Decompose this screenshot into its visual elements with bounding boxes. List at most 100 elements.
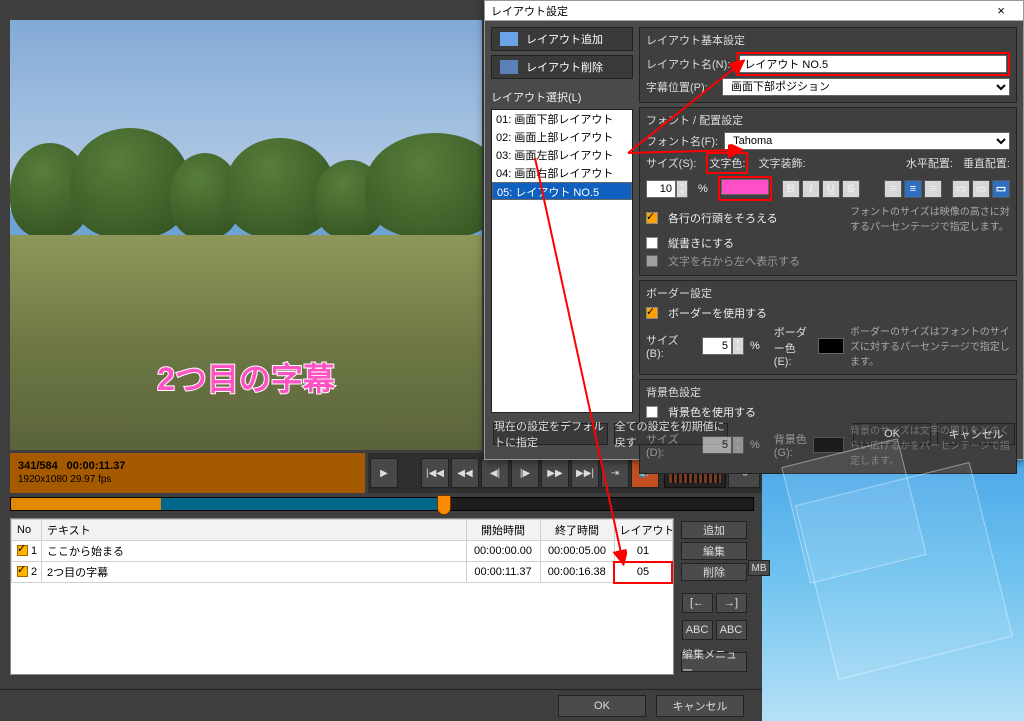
- font-style-toggles: B I U S: [782, 180, 860, 198]
- align-right-icon[interactable]: ≡: [924, 180, 942, 198]
- strike-toggle[interactable]: S: [842, 180, 860, 198]
- play-button[interactable]: ▶: [370, 458, 398, 488]
- valign-top-icon[interactable]: ▭: [952, 180, 970, 198]
- row-check-icon[interactable]: [17, 566, 28, 577]
- border-hint: ボーダーのサイズはフォントのサイズに対するパーセンテージで指定します。: [850, 323, 1010, 368]
- font-deco-label: 文字装飾:: [758, 155, 805, 171]
- subtitle-table[interactable]: No テキスト 開始時間 終了時間 レイアウト番号 1 ここから始まる 00:0…: [10, 518, 674, 675]
- table-row[interactable]: 1 ここから始まる 00:00:00.00 00:00:05.00 01: [12, 541, 673, 562]
- section-bg-header: 背景色設定: [646, 384, 1010, 400]
- timeline-segment-a: [11, 498, 161, 510]
- step-fwd-button[interactable]: |▶: [511, 458, 539, 488]
- desktop-background-accent: [764, 461, 1024, 721]
- dialog-title: レイアウト設定: [491, 3, 568, 19]
- section-basic: レイアウト基本設定 レイアウト名(N): 字幕位置(P): 画面下部ポジション: [639, 27, 1017, 103]
- dialog-titlebar[interactable]: レイアウト設定 ×: [485, 1, 1023, 21]
- layout-list-item[interactable]: 03: 画面左部レイアウト: [492, 146, 632, 164]
- valign-label: 垂直配置:: [963, 155, 1010, 171]
- use-bg-check[interactable]: [646, 406, 658, 418]
- font-color-well[interactable]: [721, 179, 769, 195]
- align-left-icon[interactable]: ≡: [884, 180, 902, 198]
- layout-delete-icon: [500, 60, 518, 74]
- video-meta: 1920x1080 29.97 fps: [18, 474, 357, 485]
- layout-list-item[interactable]: 02: 画面上部レイアウト: [492, 128, 632, 146]
- border-color-well[interactable]: [818, 338, 844, 354]
- layout-delete-button[interactable]: レイアウト削除: [491, 55, 633, 79]
- add-button[interactable]: 追加: [681, 521, 747, 539]
- bg-color-label: 背景色(G):: [774, 431, 807, 459]
- layout-add-icon: [500, 32, 518, 46]
- section-bg: 背景色設定 背景色を使用する サイズ(D): ▲▼% 背景色(G): 背景のサイ…: [639, 379, 1017, 474]
- font-size-spinner[interactable]: ▲▼: [646, 180, 688, 198]
- font-name-select[interactable]: Tahoma: [724, 132, 1010, 150]
- fast-fwd-button[interactable]: ▶▶: [541, 458, 569, 488]
- font-name-label: フォント名(F):: [646, 133, 718, 149]
- cancel-button[interactable]: キャンセル: [656, 695, 744, 717]
- subtitle-position-select[interactable]: 画面下部ポジション: [722, 78, 1010, 96]
- layout-list-item-selected[interactable]: 05: レイアウト NO.5: [492, 182, 632, 200]
- ok-button[interactable]: OK: [558, 695, 646, 717]
- jump-in-button[interactable]: [←: [682, 593, 713, 613]
- layout-number-cell-highlight[interactable]: 05: [614, 562, 672, 583]
- font-color-label: 文字色:: [709, 158, 745, 170]
- layout-list[interactable]: 01: 画面下部レイアウト 02: 画面上部レイアウト 03: 画面左部レイアウ…: [491, 109, 633, 413]
- table-row[interactable]: 2 2つ目の字幕 00:00:11.37 00:00:16.38 05: [12, 562, 673, 583]
- layout-list-item[interactable]: 04: 画面右部レイアウト: [492, 164, 632, 182]
- col-text[interactable]: テキスト: [42, 520, 467, 541]
- italic-toggle[interactable]: I: [802, 180, 820, 198]
- rewind-button[interactable]: ◀◀: [451, 458, 479, 488]
- edit-menu-button[interactable]: 編集メニュー: [681, 652, 747, 672]
- valign-toggles: ▭ ▭ ▭: [952, 180, 1010, 198]
- valign-bottom-icon[interactable]: ▭: [992, 180, 1010, 198]
- layout-name-input[interactable]: [739, 55, 1007, 73]
- mb-badge: MB: [748, 560, 770, 576]
- bg-color-well: [813, 437, 844, 453]
- section-basic-header: レイアウト基本設定: [646, 32, 1010, 48]
- font-size-label: サイズ(S):: [646, 155, 696, 171]
- border-size-spinner[interactable]: ▲▼: [702, 337, 744, 355]
- halign-toggles: ≡ ≡ ≡: [884, 180, 942, 198]
- preview-treeline: [10, 138, 482, 238]
- vertical-writing-check[interactable]: [646, 237, 658, 249]
- layout-list-item[interactable]: 01: 画面下部レイアウト: [492, 110, 632, 128]
- col-no[interactable]: No: [12, 520, 42, 541]
- underline-toggle[interactable]: U: [822, 180, 840, 198]
- subtitle-grid-zone: No テキスト 開始時間 終了時間 レイアウト番号 1 ここから始まる 00:0…: [10, 518, 754, 675]
- col-end[interactable]: 終了時間: [540, 520, 614, 541]
- jump-start-button[interactable]: |◀◀: [421, 458, 449, 488]
- col-start[interactable]: 開始時間: [466, 520, 540, 541]
- align-linehead-check[interactable]: [646, 212, 658, 224]
- timeline-segment-b: [161, 498, 441, 510]
- delete-button[interactable]: 削除: [681, 563, 747, 581]
- align-center-icon[interactable]: ≡: [904, 180, 922, 198]
- bold-toggle[interactable]: B: [782, 180, 800, 198]
- valign-middle-icon[interactable]: ▭: [972, 180, 990, 198]
- subtitle-position-label: 字幕位置(P):: [646, 79, 716, 95]
- layout-list-label: レイアウト選択(L): [491, 89, 633, 105]
- jump-end-button[interactable]: ▶▶|: [571, 458, 599, 488]
- close-icon[interactable]: ×: [985, 3, 1017, 18]
- abc2-button[interactable]: ABC: [716, 620, 747, 640]
- abc1-button[interactable]: ABC: [682, 620, 713, 640]
- row-check-icon[interactable]: [17, 545, 28, 556]
- section-font: フォント / 配置設定 フォント名(F): Tahoma サイズ(S): 文字色…: [639, 107, 1017, 276]
- editor-footer: OK キャンセル: [0, 689, 762, 721]
- timeline-playhead[interactable]: [437, 495, 451, 515]
- jump-out-button[interactable]: →]: [716, 593, 747, 613]
- border-color-label: ボーダー色(E):: [774, 324, 812, 368]
- set-default-button[interactable]: 現在の設定をデフォルトに指定: [493, 423, 608, 445]
- subtitle-side-buttons: 追加 編集 削除 [← →] ABC ABC 編集メニュー: [674, 518, 754, 675]
- section-border: ボーダー設定 ボーダーを使用する サイズ(B): ▲▼% ボーダー色(E): ボ…: [639, 280, 1017, 375]
- preview-subtitle-overlay: 2つ目の字幕: [157, 354, 335, 400]
- use-border-check[interactable]: [646, 307, 658, 319]
- col-layout[interactable]: レイアウト番号: [614, 520, 672, 541]
- timeline[interactable]: [10, 497, 754, 511]
- layout-add-button[interactable]: レイアウト追加: [491, 27, 633, 51]
- edit-button[interactable]: 編集: [681, 542, 747, 560]
- marker-button[interactable]: ⇥: [601, 458, 629, 488]
- bg-size-label: サイズ(D):: [646, 431, 696, 459]
- bg-size-spinner: ▲▼: [702, 436, 744, 454]
- frame-counter: 341/584 00:00:11.37 1920x1080 29.97 fps: [10, 453, 365, 493]
- timecode: 00:00:11.37: [67, 460, 126, 472]
- step-back-button[interactable]: ◀|: [481, 458, 509, 488]
